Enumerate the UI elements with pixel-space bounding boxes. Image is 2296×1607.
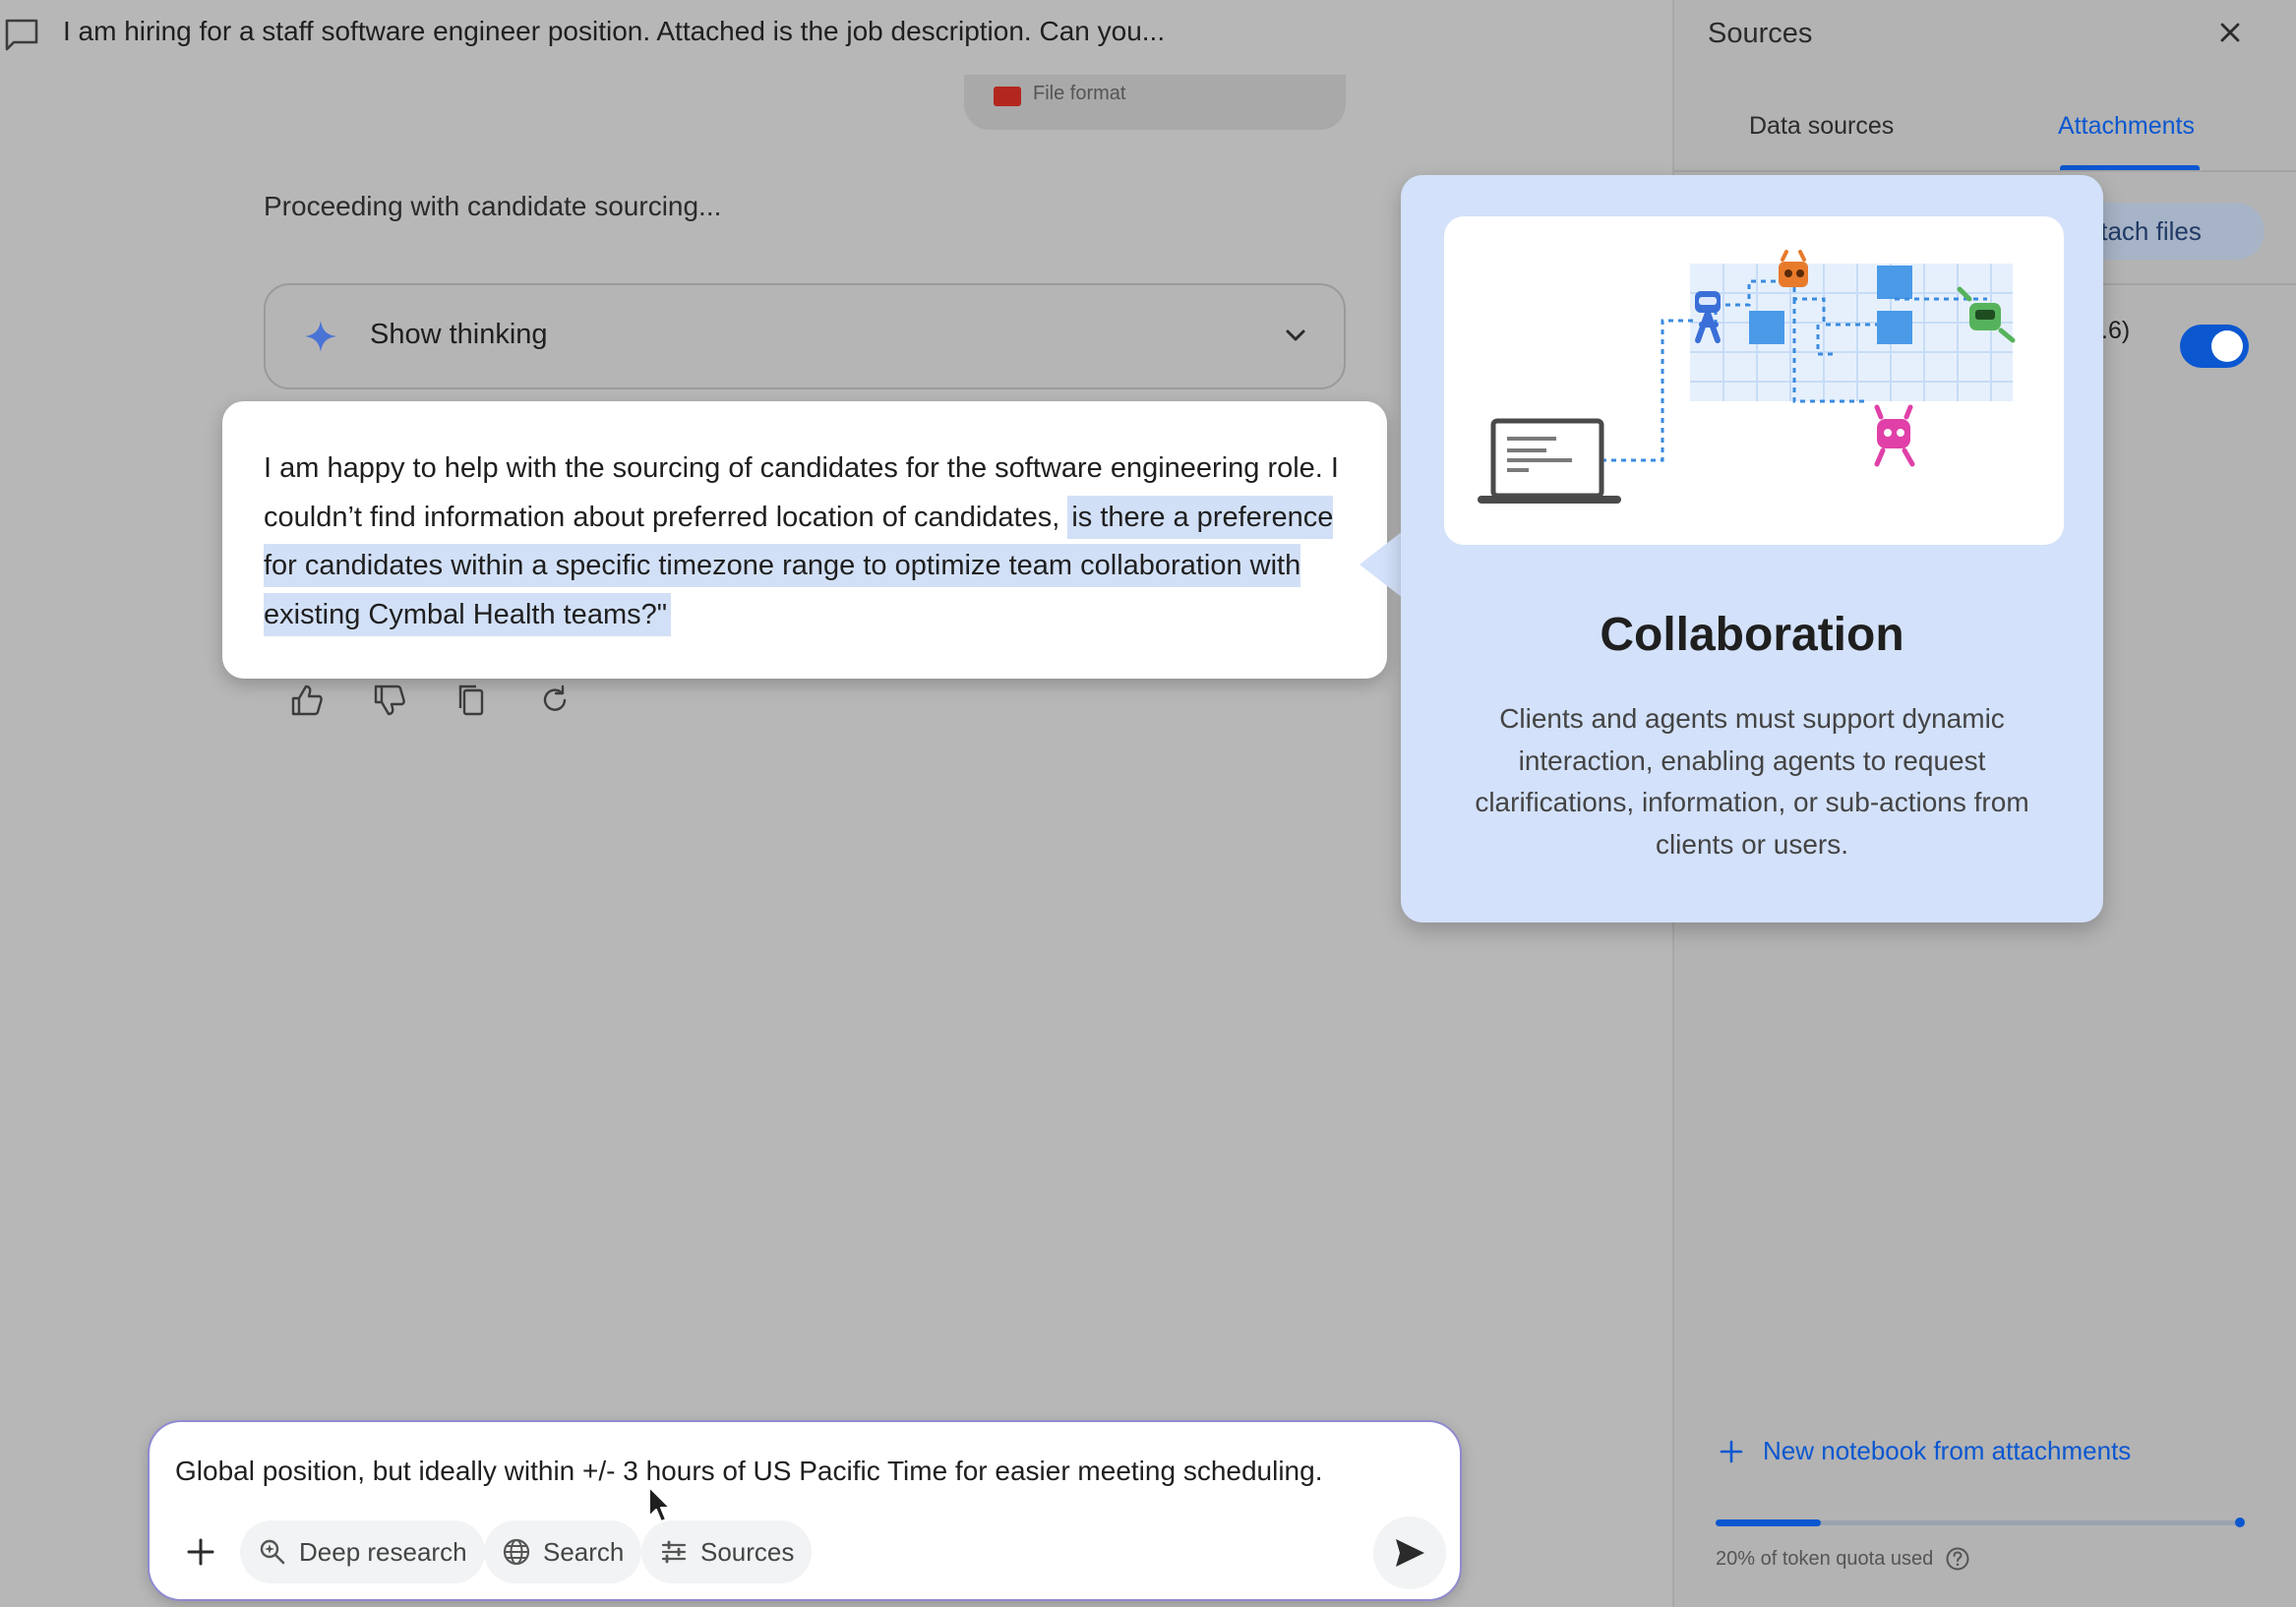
response-bubble: I am happy to help with the sourcing of … bbox=[222, 401, 1387, 679]
new-notebook-link[interactable]: New notebook from attachments bbox=[1718, 1436, 2131, 1466]
card-title: Collaboration bbox=[1600, 609, 1904, 661]
collaboration-illustration bbox=[1444, 216, 2064, 545]
sources-label: Sources bbox=[700, 1536, 795, 1567]
mouse-cursor-icon bbox=[648, 1486, 671, 1522]
token-quota-label: 20% of token quota used bbox=[1716, 1547, 1934, 1570]
token-quota-fill bbox=[1716, 1519, 1821, 1526]
sparkle-icon bbox=[305, 321, 336, 352]
tab-attachments[interactable]: Attachments bbox=[2058, 112, 2195, 141]
file-icon bbox=[994, 87, 1021, 106]
show-thinking-toggle[interactable]: Show thinking bbox=[264, 283, 1346, 389]
collaboration-card: Collaboration Clients and agents must su… bbox=[1401, 175, 2103, 923]
token-quota-bar bbox=[1716, 1518, 2245, 1527]
toggle-knob bbox=[2211, 330, 2243, 362]
thumbs-down-icon[interactable] bbox=[370, 681, 409, 720]
card-body: Clients and agents must support dynamic … bbox=[1475, 703, 2029, 860]
file-chip[interactable]: File format bbox=[964, 75, 1346, 130]
message-input[interactable]: Global position, but ideally within +/- … bbox=[175, 1456, 1322, 1487]
chat-title: I am hiring for a staff software enginee… bbox=[63, 16, 1166, 46]
attachment-row-text: .6) bbox=[2101, 317, 2131, 344]
attachment-toggle[interactable] bbox=[2180, 325, 2249, 368]
file-chip-label: File format bbox=[1033, 83, 1126, 104]
plus-icon bbox=[1720, 1440, 1743, 1462]
attach-files-label: ttach files bbox=[2093, 216, 2202, 246]
token-quota-text: 20% of token quota used bbox=[1716, 1546, 1970, 1572]
new-notebook-label: New notebook from attachments bbox=[1763, 1436, 2132, 1465]
robot-orange-icon bbox=[1779, 250, 1808, 287]
deep-research-button[interactable]: Deep research bbox=[240, 1520, 485, 1583]
close-icon[interactable] bbox=[2213, 16, 2247, 49]
copy-icon[interactable] bbox=[453, 681, 492, 720]
deep-research-icon bbox=[260, 1539, 285, 1565]
send-icon bbox=[1396, 1539, 1424, 1567]
laptop-icon bbox=[1478, 418, 1621, 504]
search-button[interactable]: Search bbox=[484, 1520, 642, 1583]
thumbs-up-icon[interactable] bbox=[287, 681, 327, 720]
sliders-icon bbox=[661, 1540, 687, 1564]
send-button[interactable] bbox=[1373, 1517, 1446, 1589]
tab-data-sources[interactable]: Data sources bbox=[1749, 112, 1894, 141]
response-text: I am happy to help with the sourcing of … bbox=[264, 445, 1365, 639]
help-icon[interactable] bbox=[1945, 1546, 1970, 1572]
chat-bubble-icon bbox=[5, 19, 38, 51]
status-message: Proceeding with candidate sourcing... bbox=[264, 191, 722, 221]
collaboration-illustration-graphic bbox=[1478, 250, 2016, 504]
token-quota-end-dot bbox=[2235, 1518, 2245, 1527]
add-icon[interactable] bbox=[181, 1532, 220, 1572]
chat-header: I am hiring for a staff software enginee… bbox=[0, 0, 1662, 65]
robot-pink-icon bbox=[1874, 404, 1915, 467]
show-thinking-label: Show thinking bbox=[370, 319, 548, 350]
search-label: Search bbox=[543, 1536, 625, 1567]
message-composer[interactable]: Global position, but ideally within +/- … bbox=[148, 1420, 1462, 1601]
sources-button[interactable]: Sources bbox=[641, 1520, 813, 1583]
deep-research-label: Deep research bbox=[299, 1536, 467, 1567]
refresh-icon[interactable] bbox=[535, 681, 574, 720]
panel-title: Sources bbox=[1708, 18, 1813, 49]
card-pointer bbox=[1359, 531, 1403, 598]
globe-icon bbox=[503, 1538, 530, 1566]
tabs-divider bbox=[1674, 170, 2296, 172]
chevron-down-icon bbox=[1286, 329, 1305, 341]
